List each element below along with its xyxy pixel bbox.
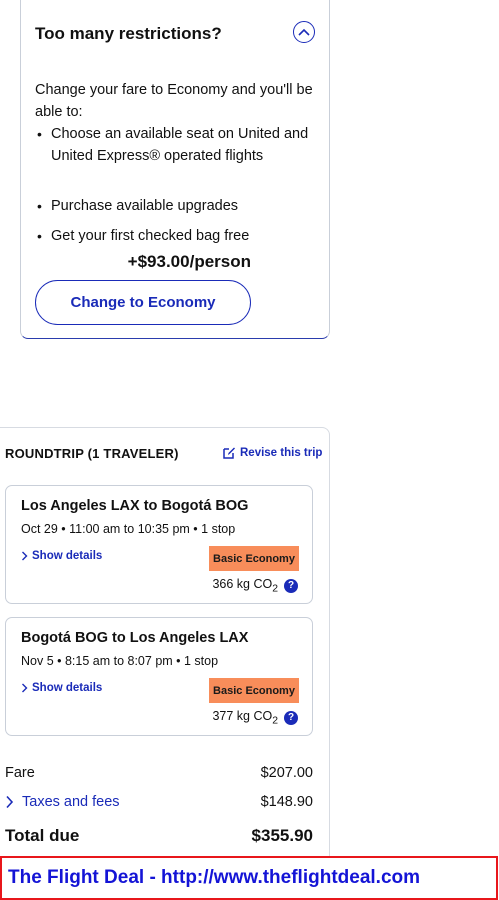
benefit-seat: Choose an available seat on United and U… — [35, 123, 325, 195]
taxes-label: Taxes and fees — [22, 794, 120, 810]
benefits-list: Choose an available seat on United and U… — [35, 123, 325, 247]
fare-class-badge: Basic Economy — [209, 546, 299, 571]
revise-trip-link[interactable]: Revise this trip — [222, 446, 322, 460]
fare-class-badge: Basic Economy — [209, 678, 299, 703]
flight-route: Bogotá BOG to Los Angeles LAX — [21, 630, 249, 646]
chevron-up-icon — [298, 28, 310, 36]
flight-times: Oct 29 • 11:00 am to 10:35 pm • 1 stop — [21, 522, 236, 536]
chevron-right-icon — [6, 795, 14, 809]
co2-value: 366 kg CO2 — [212, 577, 278, 595]
edit-icon — [223, 447, 235, 459]
co2-emissions: 366 kg CO2 ? — [212, 577, 298, 595]
co2-emissions: 377 kg CO2 ? — [212, 709, 298, 727]
total-row: Total due $355.90 — [5, 826, 313, 846]
taxes-row: Taxes and fees $148.90 — [5, 794, 313, 810]
taxes-value: $148.90 — [260, 794, 313, 810]
change-to-economy-button[interactable]: Change to Economy — [35, 280, 251, 325]
upsell-description: Change your fare to Economy and you'll b… — [35, 82, 313, 120]
revise-trip-label: Revise this trip — [240, 447, 323, 459]
flight-card-outbound: Los Angeles LAX to Bogotá BOG Oct 29 • 1… — [5, 485, 313, 604]
fare-value: $207.00 — [260, 765, 313, 781]
flight-route: Los Angeles LAX to Bogotá BOG — [21, 498, 249, 514]
taxes-and-fees-toggle[interactable]: Taxes and fees — [5, 794, 120, 810]
flight-card-return: Bogotá BOG to Los Angeles LAX Nov 5 • 8:… — [5, 617, 313, 736]
benefit-upgrades: Purchase available upgrades — [35, 195, 325, 225]
fare-row: Fare $207.00 — [5, 765, 313, 781]
co2-value: 377 kg CO2 — [212, 709, 278, 727]
upgrade-price: +$93.00/person — [127, 252, 251, 271]
info-icon[interactable]: ? — [284, 710, 298, 725]
info-icon[interactable]: ? — [284, 578, 298, 593]
roundtrip-heading: ROUNDTRIP (1 TRAVELER) — [5, 446, 179, 461]
trip-summary: ROUNDTRIP (1 TRAVELER) Revise this trip … — [0, 427, 330, 897]
benefit-bag: Get your first checked bag free — [35, 225, 325, 247]
total-label: Total due — [5, 826, 80, 845]
show-details-link[interactable]: Show details — [21, 550, 102, 562]
fare-label: Fare — [5, 765, 35, 781]
upsell-title: Too many restrictions? — [35, 24, 222, 43]
show-details-link[interactable]: Show details — [21, 682, 102, 694]
chevron-right-icon — [22, 683, 28, 693]
show-details-label: Show details — [32, 550, 103, 562]
upsell-card: Too many restrictions? Change your fare … — [20, 0, 330, 339]
chevron-right-icon — [22, 551, 28, 561]
flight-times: Nov 5 • 8:15 am to 8:07 pm • 1 stop — [21, 654, 219, 668]
show-details-label: Show details — [32, 682, 103, 694]
watermark-banner: The Flight Deal - http://www.theflightde… — [0, 856, 498, 900]
total-value: $355.90 — [251, 826, 313, 845]
collapse-button[interactable] — [293, 21, 315, 43]
